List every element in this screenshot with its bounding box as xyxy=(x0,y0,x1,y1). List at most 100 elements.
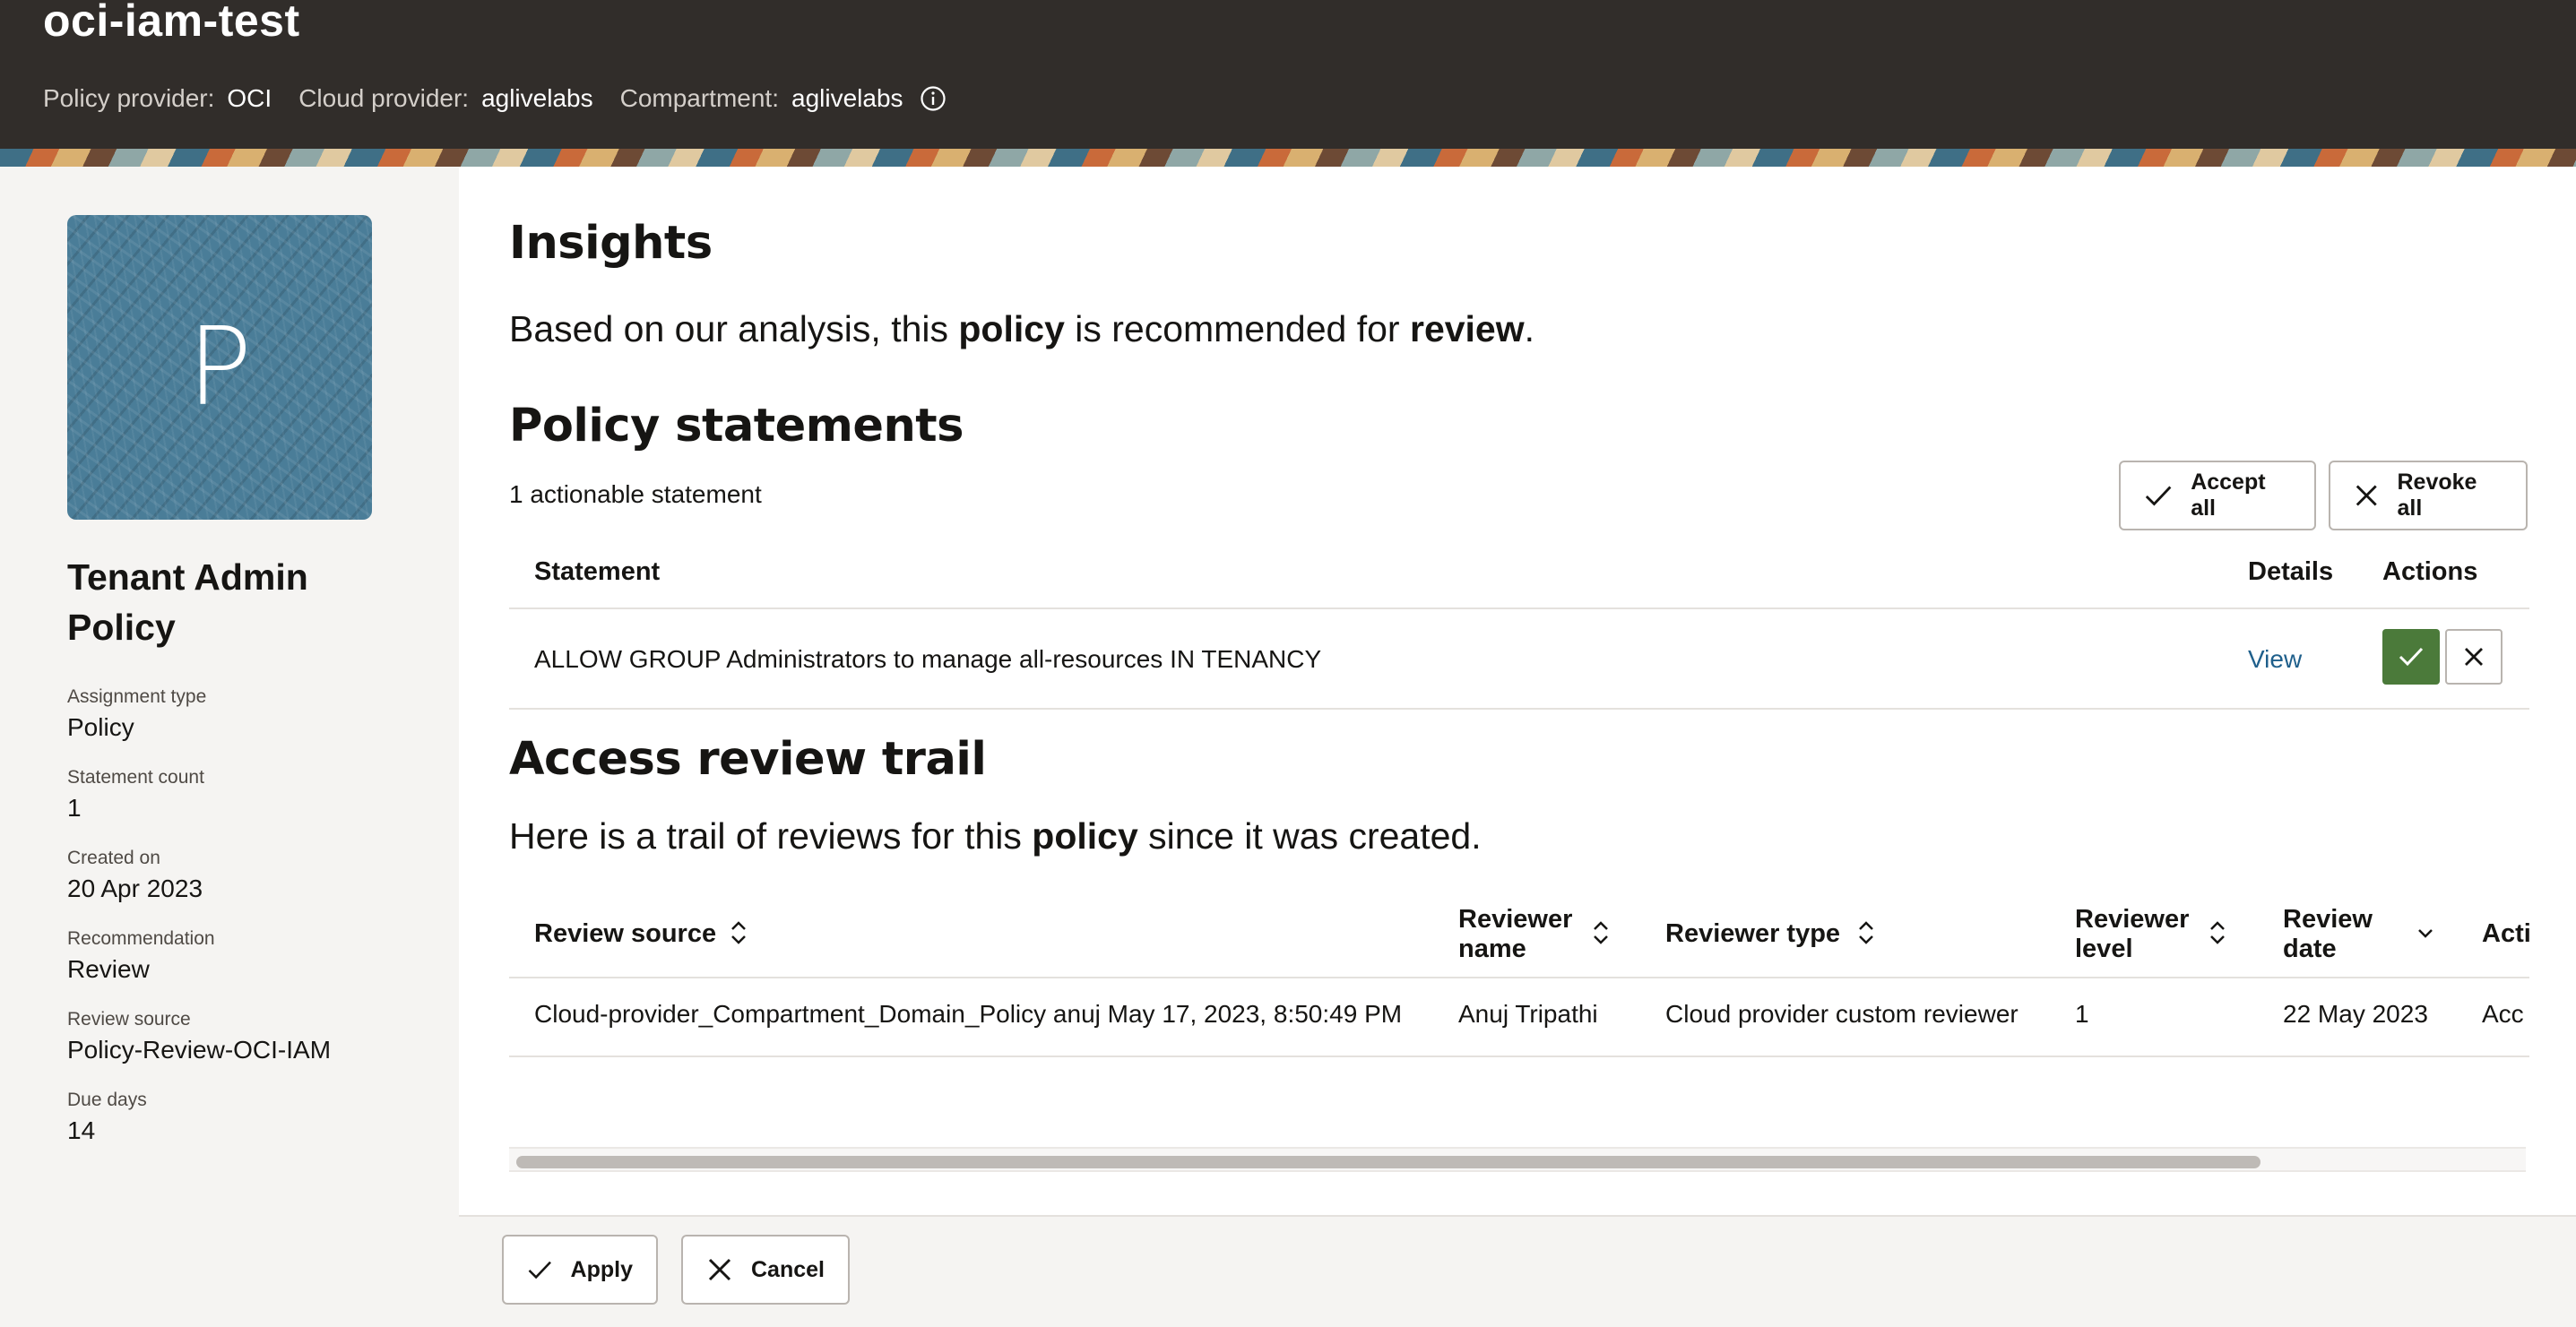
insights-text-part: . xyxy=(1524,308,1535,349)
insights-text-part: is recommended for xyxy=(1064,308,1410,349)
col-reviewer-level-line: level xyxy=(2075,935,2133,963)
scrollbar-thumb[interactable] xyxy=(516,1156,2260,1168)
insights-text-bold: review xyxy=(1409,308,1525,349)
col-reviewer-name-line: name xyxy=(1458,935,1526,963)
field-created-on: Created on 20 Apr 2023 xyxy=(67,848,331,928)
policy-name: Tenant Admin Policy xyxy=(67,556,308,648)
access-review-trail-heading: Access review trail xyxy=(509,733,987,786)
decorative-banner xyxy=(0,149,2576,167)
page-title: oci-iam-test xyxy=(43,0,300,46)
col-review-source[interactable]: Review source xyxy=(534,919,716,949)
field-value: Policy-Review-OCI-IAM xyxy=(67,1036,332,1064)
cloud-provider-value: aglivelabs xyxy=(481,84,593,112)
reviewer-name-cell: Anuj Tripathi xyxy=(1458,1000,1598,1028)
statement-text: ALLOW GROUP Administrators to manage all… xyxy=(534,645,1322,673)
insights-heading: Insights xyxy=(509,217,713,270)
reviewer-level-cell: 1 xyxy=(2075,1000,2089,1028)
policy-provider-label: Policy provider: xyxy=(43,84,215,112)
close-icon xyxy=(2465,648,2483,666)
divider xyxy=(509,977,2529,978)
col-reviewer-level-line: Reviewer xyxy=(2075,905,2190,934)
col-review-date-line: date xyxy=(2283,935,2337,963)
field-recommendation: Recommendation Review xyxy=(67,928,331,1009)
sort-icon[interactable] xyxy=(728,919,749,946)
field-review-source: Review source Policy-Review-OCI-IAM xyxy=(67,1009,331,1090)
col-reviewer-type[interactable]: Reviewer type xyxy=(1665,919,1840,949)
field-label: Created on xyxy=(67,848,160,868)
review-source-cell: Cloud-provider_Compartment_Domain_Policy… xyxy=(534,1000,1403,1028)
footer-actions: Apply Cancel xyxy=(459,1215,2576,1327)
trail-text-part: since it was created. xyxy=(1137,815,1482,857)
col-details: Details xyxy=(2248,557,2334,586)
revoke-all-label: Revoke all xyxy=(2397,470,2477,521)
chevron-down-icon[interactable] xyxy=(2415,919,2436,946)
field-due-days: Due days 14 xyxy=(67,1090,331,1170)
compartment-value: aglivelabs xyxy=(791,84,903,112)
col-statement: Statement xyxy=(534,557,661,586)
insights-text-part: Based on our analysis, this xyxy=(509,308,959,349)
accept-all-label: Accept all xyxy=(2191,470,2266,521)
field-assignment-type: Assignment type Policy xyxy=(67,686,331,767)
field-label: Review source xyxy=(67,1009,191,1030)
field-value: 1 xyxy=(67,794,82,822)
apply-button[interactable]: Apply xyxy=(502,1235,658,1305)
divider xyxy=(509,708,2529,710)
main-content: Insights Based on our analysis, this pol… xyxy=(459,167,2576,1215)
col-reviewer-name[interactable]: Reviewer name xyxy=(1458,905,1572,964)
check-icon xyxy=(528,1261,551,1280)
apply-label: Apply xyxy=(570,1256,633,1282)
compartment-label: Compartment: xyxy=(619,84,779,112)
col-review-date-line: Review xyxy=(2283,905,2373,934)
col-actions: Actions xyxy=(2382,557,2478,586)
cloud-provider-label: Cloud provider: xyxy=(298,84,470,112)
cancel-label: Cancel xyxy=(751,1256,825,1282)
col-reviewer-level[interactable]: Reviewer level xyxy=(2075,905,2189,964)
col-reviewer-name-line: Reviewer xyxy=(1458,905,1573,934)
field-value: 14 xyxy=(67,1116,96,1144)
horizontal-scrollbar[interactable] xyxy=(509,1147,2526,1172)
trail-text-part: Here is a trail of reviews for this xyxy=(509,815,1033,857)
view-details-link[interactable]: View xyxy=(2248,645,2302,674)
review-date-cell: 22 May 2023 xyxy=(2283,1000,2428,1028)
field-value: Policy xyxy=(67,713,134,741)
col-review-date[interactable]: Review date xyxy=(2283,905,2373,964)
trail-text: Here is a trail of reviews for this poli… xyxy=(509,815,1482,857)
field-label: Due days xyxy=(67,1090,147,1110)
revoke-statement-button[interactable] xyxy=(2445,629,2503,685)
check-icon xyxy=(2399,647,2424,667)
field-label: Recommendation xyxy=(67,928,215,949)
field-value: 20 Apr 2023 xyxy=(67,875,203,902)
divider xyxy=(509,607,2529,609)
close-icon xyxy=(2356,485,2377,506)
revoke-all-button[interactable]: Revoke all xyxy=(2329,461,2528,530)
review-action-cell: Acc xyxy=(2482,1000,2524,1028)
info-icon[interactable] xyxy=(920,85,947,112)
policy-provider-value: OCI xyxy=(227,84,272,112)
insights-text: Based on our analysis, this policy is re… xyxy=(509,308,1534,350)
actionable-count: 1 actionable statement xyxy=(509,480,762,508)
col-action: Acti xyxy=(2482,919,2529,948)
reviewer-type-cell: Cloud provider custom reviewer xyxy=(1665,1000,2018,1028)
policy-fields: Assignment type Policy Statement count 1… xyxy=(67,686,331,1170)
field-statement-count: Statement count 1 xyxy=(67,767,331,848)
header-meta: Policy provider: OCI Cloud provider: agl… xyxy=(43,84,947,113)
field-label: Assignment type xyxy=(67,686,207,707)
sort-icon[interactable] xyxy=(1855,919,1877,946)
field-label: Statement count xyxy=(67,767,204,788)
avatar: P xyxy=(67,215,372,520)
policy-statements-heading: Policy statements xyxy=(509,400,964,452)
avatar-letter: P xyxy=(186,305,253,430)
divider xyxy=(509,1056,2529,1057)
page-header: oci-iam-test Policy provider: OCI Cloud … xyxy=(0,0,2576,149)
field-value: Review xyxy=(67,955,150,983)
trail-text-bold: policy xyxy=(1032,815,1138,857)
close-icon xyxy=(708,1258,731,1281)
cancel-button[interactable]: Cancel xyxy=(681,1235,850,1305)
policy-summary-panel: P Tenant Admin Policy Assignment type Po… xyxy=(0,167,459,1327)
accept-statement-button[interactable] xyxy=(2382,629,2440,685)
sort-icon[interactable] xyxy=(1590,919,1612,946)
accept-all-button[interactable]: Accept all xyxy=(2119,461,2316,530)
sort-icon[interactable] xyxy=(2207,919,2228,946)
check-icon xyxy=(2145,486,2172,506)
insights-text-bold: policy xyxy=(958,308,1065,349)
